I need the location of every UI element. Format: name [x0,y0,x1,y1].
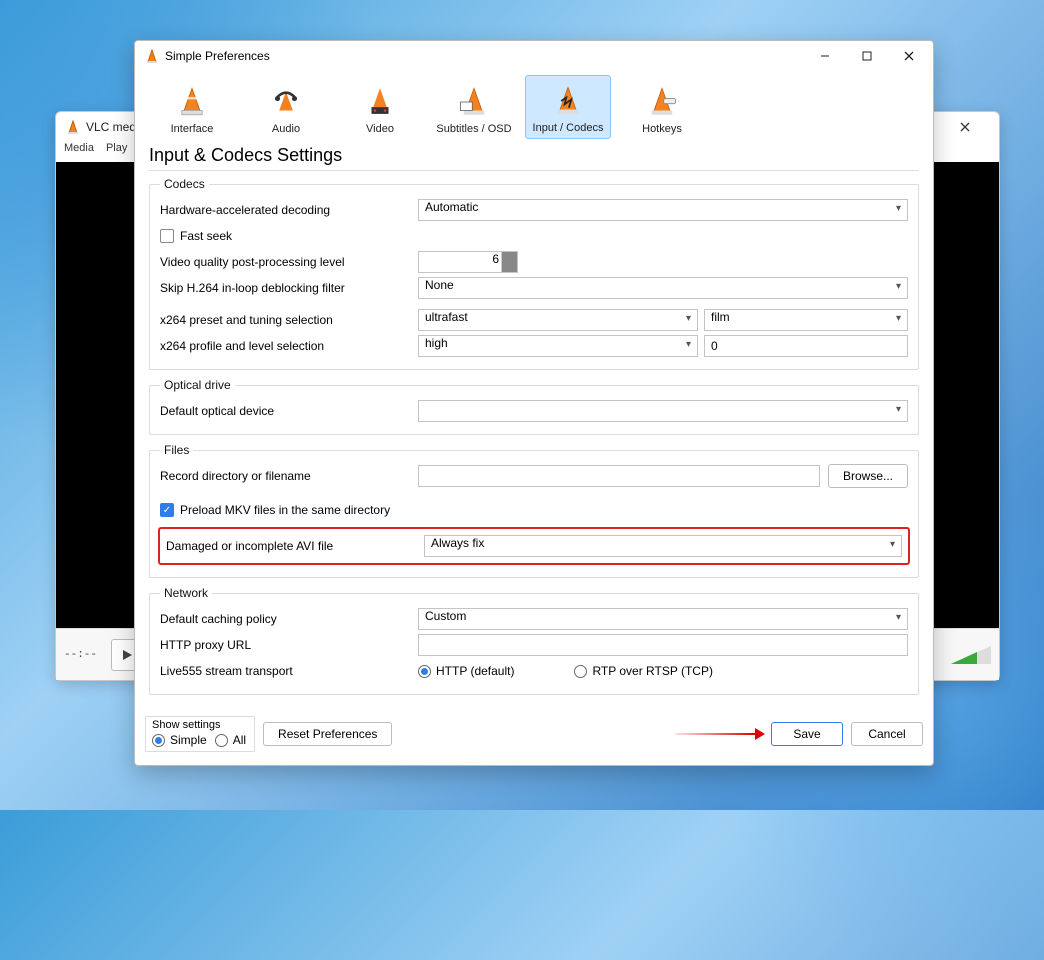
reset-button[interactable]: Reset Preferences [263,722,392,746]
radio-off-icon [215,734,228,747]
group-codecs: Codecs Hardware-accelerated decoding Aut… [149,177,919,370]
input-proxy[interactable] [418,634,908,656]
tab-subtitles[interactable]: Subtitles / OSD [431,75,517,139]
radio-on-icon [418,665,431,678]
radio-off-icon [574,665,587,678]
select-optical-device[interactable] [418,400,908,422]
cone-subtitles-icon [457,85,491,119]
select-x264-tuning[interactable]: film [704,309,908,331]
label-live555: Live555 stream transport [160,664,410,678]
select-skip-h264[interactable]: None [418,277,908,299]
tab-audio[interactable]: Audio [243,75,329,139]
select-x264-profile[interactable]: high [418,335,698,357]
radio-rtp[interactable]: RTP over RTSP (TCP) [574,664,712,678]
vlc-title: VLC med [86,120,136,134]
input-record-dir[interactable] [418,465,820,487]
select-x264-preset[interactable]: ultrafast [418,309,698,331]
radio-all[interactable]: All [215,733,246,747]
highlighted-row: Damaged or incomplete AVI file Always fi… [158,527,910,565]
page-heading: Input & Codecs Settings [135,139,933,170]
tab-interface[interactable]: Interface [149,75,235,139]
legend-network: Network [160,586,212,600]
play-icon [121,649,133,661]
label-x264-preset: x264 preset and tuning selection [160,313,410,327]
time-elapsed: --:-- [64,649,97,661]
volume-indicator[interactable] [951,646,991,664]
radio-http[interactable]: HTTP (default) [418,664,514,678]
checkbox-preload-mkv[interactable]: ✓ Preload MKV files in the same director… [160,503,390,517]
close-icon [960,122,970,132]
cancel-button[interactable]: Cancel [851,722,923,746]
select-caching[interactable]: Custom [418,608,908,630]
label-avi-fix: Damaged or incomplete AVI file [166,539,416,553]
tab-hotkeys[interactable]: Hotkeys [619,75,705,139]
checkbox-fast-seek[interactable]: Fast seek [160,229,232,243]
label-proxy: HTTP proxy URL [160,638,410,652]
maximize-icon [862,51,872,61]
checkbox-icon [160,229,174,243]
radio-on-icon [152,734,165,747]
checkbox-checked-icon: ✓ [160,503,174,517]
close-button[interactable] [947,112,989,142]
input-x264-level[interactable]: 0 [704,335,908,357]
select-hw-decoding[interactable]: Automatic [418,199,908,221]
browse-button[interactable]: Browse... [828,464,908,488]
vlc-cone-icon [66,120,80,134]
cone-codecs-icon [551,84,585,118]
label-skip-h264: Skip H.264 in-loop deblocking filter [160,281,410,295]
group-files: Files Record directory or filename Brows… [149,443,919,578]
label-x264-profile: x264 profile and level selection [160,339,410,353]
label-caching: Default caching policy [160,612,410,626]
label-optical-device: Default optical device [160,404,410,418]
label-hw-decoding: Hardware-accelerated decoding [160,203,410,217]
dialog-title: Simple Preferences [165,49,270,63]
close-icon [904,51,914,61]
cone-hotkeys-icon [645,85,679,119]
group-optical: Optical drive Default optical device [149,378,919,435]
label-quality: Video quality post-processing level [160,255,410,269]
cone-audio-icon [269,85,303,119]
maximize-button[interactable] [849,41,891,71]
cone-video-icon [363,85,397,119]
close-button[interactable] [891,41,933,71]
menu-media[interactable]: Media [64,142,94,162]
select-avi-fix[interactable]: Always fix [424,535,902,557]
preferences-dialog: Simple Preferences Interface Audio Video… [134,40,934,766]
save-button[interactable]: Save [771,722,843,746]
group-network: Network Default caching policy Custom HT… [149,586,919,695]
minimize-icon [820,51,830,61]
legend-files: Files [160,443,193,457]
vlc-cone-icon [145,49,159,63]
annotation-arrow [675,730,765,738]
legend-optical: Optical drive [160,378,235,392]
legend-codecs: Codecs [160,177,209,191]
tab-video[interactable]: Video [337,75,423,139]
spinner-quality[interactable]: 6 ▲▼ [418,251,518,273]
label-record-dir: Record directory or filename [160,469,410,483]
show-settings-group: Show settings Simple All [145,716,255,752]
cone-interface-icon [175,85,209,119]
radio-simple[interactable]: Simple [152,733,207,747]
minimize-button[interactable] [807,41,849,71]
tab-input-codecs[interactable]: Input / Codecs [525,75,611,139]
menu-playback[interactable]: Play [106,142,127,162]
label-show-settings: Show settings [152,719,246,731]
